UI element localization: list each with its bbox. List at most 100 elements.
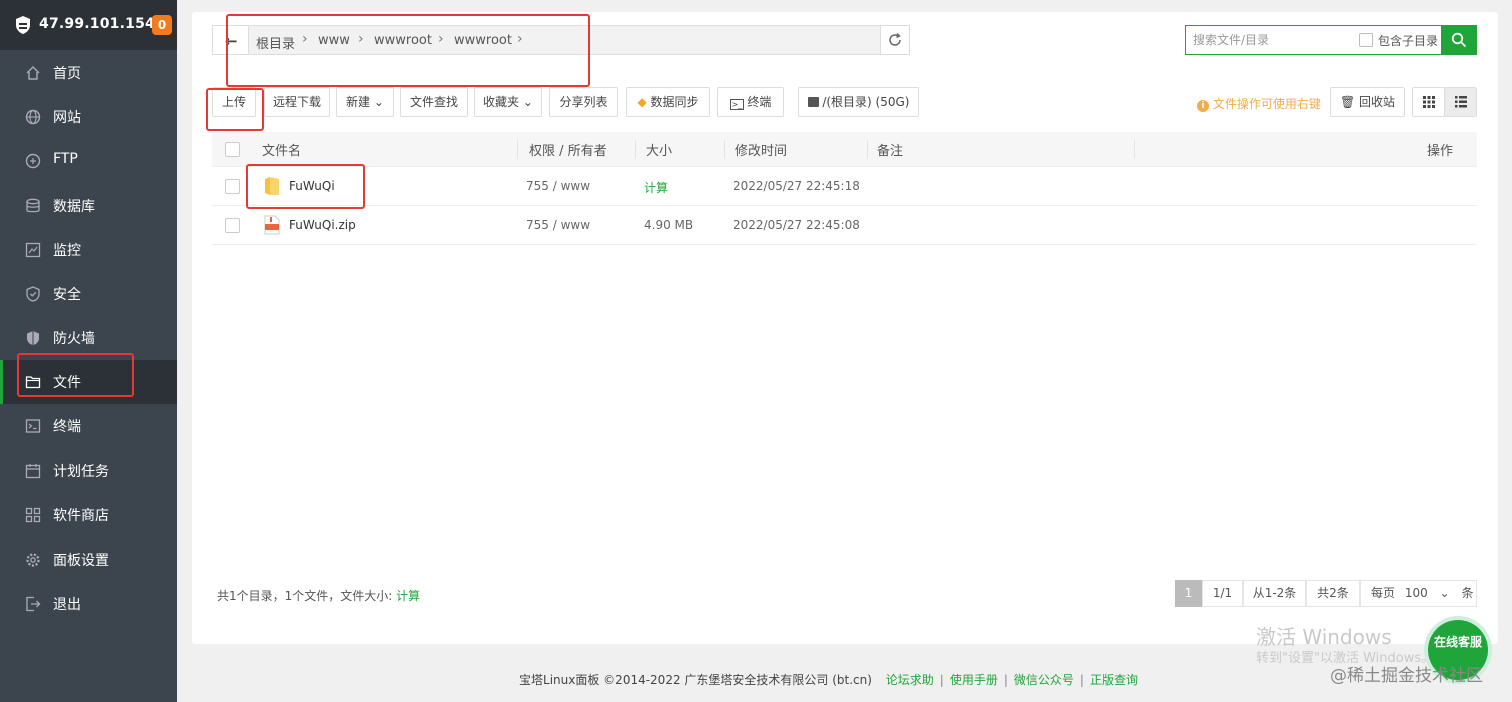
data-sync-label: 数据同步 — [650, 95, 699, 109]
table-row[interactable]: FuWuQi 755 / www 计算 2022/05/27 22:45:18 — [212, 167, 1477, 206]
monitor-icon — [25, 242, 41, 258]
summary-text: 共1个目录，1个文件，文件大小: — [217, 589, 393, 603]
file-table-header: 文件名 权限 / 所有者 大小 修改时间 备注 操作 — [212, 132, 1477, 167]
refresh-button[interactable] — [880, 25, 910, 55]
terminal-button[interactable]: >_ 终端 — [717, 87, 784, 117]
new-dropdown-button[interactable]: 新建 ⌄ — [336, 87, 394, 117]
trash-icon: 🗑 — [1339, 95, 1356, 109]
column-permission[interactable]: 权限 / 所有者 — [529, 140, 607, 159]
column-name[interactable]: 文件名 — [262, 140, 301, 159]
sidebar-item-label: 软件商店 — [53, 508, 109, 524]
highlight-folder — [246, 164, 365, 209]
highlight-path-bar — [226, 14, 590, 87]
server-ip: 47.99.101.154 — [39, 16, 155, 32]
sidebar-item-terminal[interactable]: 终端 — [0, 404, 177, 448]
disk-button[interactable]: /(根目录) (50G) — [798, 87, 919, 117]
tip-text: 文件操作可使用右键 — [1212, 97, 1321, 111]
active-indicator — [0, 360, 3, 404]
column-divider — [1134, 140, 1135, 159]
directory-summary: 共1个目录，1个文件，文件大小: 计算 — [217, 587, 420, 604]
column-modified[interactable]: 修改时间 — [735, 140, 787, 159]
firewall-shield-icon — [27, 331, 39, 345]
sidebar-header: 47.99.101.154 0 — [0, 0, 177, 50]
shield-icon — [26, 286, 40, 302]
apps-grid-icon — [25, 507, 41, 523]
table-row[interactable]: FuWuQi.zip 755 / www 4.90 MB 2022/05/27 … — [212, 206, 1477, 245]
sidebar-item-label: 首页 — [53, 66, 81, 82]
sidebar-item-ftp[interactable]: FTP — [0, 139, 177, 183]
per-page-value: 100 — [1404, 586, 1428, 600]
footer-link-wechat[interactable]: 微信公众号 — [1014, 673, 1074, 687]
footer-link-manual[interactable]: 使用手册 — [950, 673, 998, 687]
file-name-link[interactable]: FuWuQi.zip — [289, 218, 356, 232]
sidebar-item-monitor[interactable]: 监控 — [0, 228, 177, 272]
logout-icon — [26, 596, 41, 612]
favorites-label: 收藏夹 — [483, 95, 520, 109]
sidebar-item-label: 监控 — [53, 243, 81, 259]
zip-file-icon — [264, 215, 280, 235]
row-checkbox[interactable] — [225, 179, 240, 194]
column-divider — [867, 140, 868, 159]
sidebar-item-database[interactable]: 数据库 — [0, 184, 177, 228]
search-button[interactable] — [1441, 25, 1476, 55]
highlight-files-nav — [17, 353, 134, 397]
sidebar-item-label: 网站 — [53, 110, 81, 126]
sidebar-item-label: 面板设置 — [53, 553, 109, 569]
chevron-down-icon: ⌄ — [519, 95, 533, 109]
terminal-label: 终端 — [747, 95, 772, 109]
footer-link-license[interactable]: 正版查询 — [1090, 673, 1138, 687]
notification-badge[interactable]: 0 — [152, 15, 172, 35]
terminal-icon — [25, 419, 41, 433]
gear-icon — [26, 553, 40, 567]
column-divider — [724, 140, 725, 159]
chevron-down-icon: ⌄ — [370, 95, 384, 109]
select-all-checkbox[interactable] — [225, 142, 240, 157]
include-subdir-checkbox[interactable] — [1359, 33, 1373, 47]
grid-view-button[interactable] — [1412, 87, 1445, 117]
file-search-button[interactable]: 文件查找 — [400, 87, 468, 117]
permission-owner[interactable]: 755 / www — [526, 179, 590, 193]
footer-link-forum[interactable]: 论坛求助 — [886, 673, 934, 687]
permission-owner[interactable]: 755 / www — [526, 218, 590, 232]
sidebar-item-store[interactable]: 软件商店 — [0, 493, 177, 537]
context-menu-tip: i 文件操作可使用右键 — [1197, 95, 1321, 112]
column-size[interactable]: 大小 — [646, 140, 672, 159]
list-view-button[interactable] — [1444, 87, 1477, 117]
per-page-unit: 条 — [1461, 586, 1474, 600]
page-count: 1/1 — [1202, 580, 1243, 607]
calendar-icon — [25, 464, 41, 479]
include-subdir-label: 包含子目录 — [1378, 34, 1439, 48]
sidebar-item-cron[interactable]: 计划任务 — [0, 449, 177, 493]
search-icon — [1451, 32, 1467, 48]
sidebar-item-home[interactable]: 首页 — [0, 51, 177, 95]
remote-download-button[interactable]: 远程下载 — [264, 87, 330, 117]
modified-time: 2022/05/27 22:45:08 — [733, 218, 860, 232]
disk-label: /(根目录) (50G) — [822, 95, 910, 109]
calculate-total-link[interactable]: 计算 — [396, 589, 420, 603]
sidebar-item-website[interactable]: 网站 — [0, 95, 177, 139]
recycle-bin-button[interactable]: 🗑 回收站 — [1330, 87, 1405, 117]
sidebar-item-label: 安全 — [53, 287, 81, 303]
per-page-select[interactable]: 每页 100 ⌄ 条 — [1360, 580, 1477, 607]
modified-time: 2022/05/27 22:45:18 — [733, 179, 860, 193]
share-list-button[interactable]: 分享列表 — [549, 87, 618, 117]
source-watermark: @稀土掘金技术社区 — [1330, 666, 1483, 686]
page-button-current[interactable]: 1 — [1175, 580, 1202, 607]
new-label: 新建 — [346, 95, 371, 109]
sidebar-item-label: 计划任务 — [53, 464, 109, 480]
sidebar-item-security[interactable]: 安全 — [0, 272, 177, 316]
separator: | — [1079, 673, 1084, 687]
sidebar-item-logout[interactable]: 退出 — [0, 582, 177, 626]
page-range: 从1-2条 — [1243, 580, 1306, 607]
sidebar-item-settings[interactable]: 面板设置 — [0, 538, 177, 582]
row-checkbox[interactable] — [225, 218, 240, 233]
calculate-size-link[interactable]: 计算 — [644, 179, 668, 196]
data-sync-button[interactable]: ◆ 数据同步 — [626, 87, 710, 117]
per-page-label: 每页 — [1371, 586, 1396, 600]
favorites-dropdown-button[interactable]: 收藏夹 ⌄ — [474, 87, 542, 117]
total-count: 共2条 — [1306, 580, 1360, 607]
home-icon — [26, 66, 40, 80]
terminal-icon: >_ — [729, 99, 744, 110]
search-input[interactable] — [1186, 26, 1356, 54]
column-note: 备注 — [877, 144, 904, 159]
